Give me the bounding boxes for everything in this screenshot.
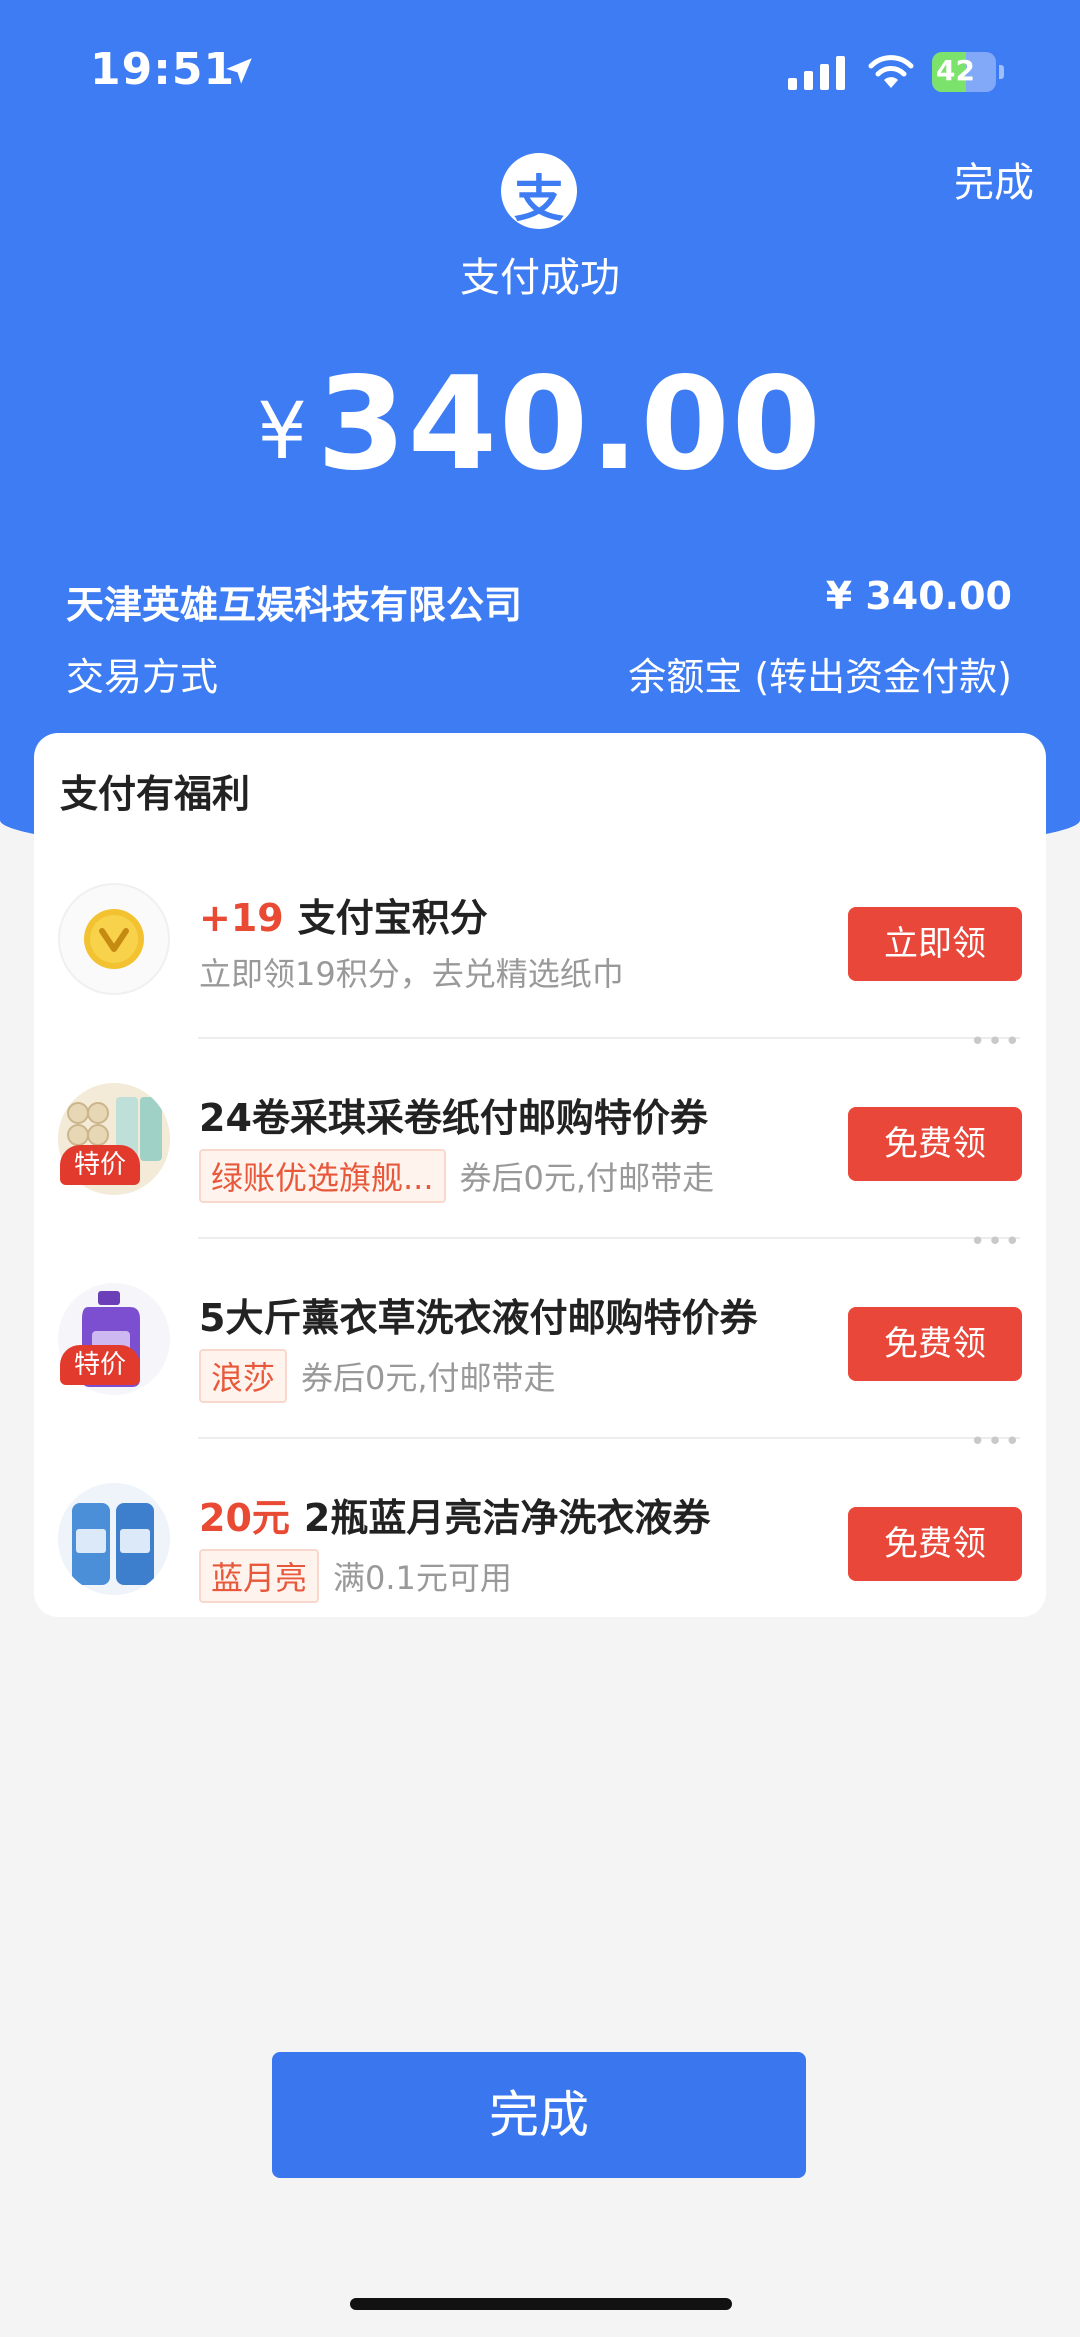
- benefit-item: ••• 特价 24卷采琪采卷纸付邮购特价券 绿账优选旗舰... 券后0元,付邮带走…: [34, 1027, 1046, 1239]
- special-price-badge: 特价: [60, 1345, 140, 1385]
- home-indicator: [350, 2298, 732, 2310]
- signal-icon: [788, 56, 845, 90]
- merchant-amount: ¥ 340.00: [825, 574, 1012, 618]
- alipay-logo-icon: 支: [501, 153, 577, 229]
- benefit-item: +19 支付宝积分 立即领19积分，去兑精选纸巾 立即领: [34, 839, 1046, 1039]
- more-options-icon[interactable]: •••: [970, 1027, 1022, 1057]
- benefit-title: 24卷采琪采卷纸付邮购特价券: [199, 1096, 708, 1140]
- special-price-badge: 特价: [60, 1145, 140, 1185]
- shop-tag: 蓝月亮: [199, 1549, 320, 1603]
- done-button[interactable]: 完成: [272, 2052, 806, 2178]
- location-arrow-icon: [226, 58, 252, 84]
- benefit-subtitle: 浪莎 券后0元,付邮带走: [199, 1349, 556, 1403]
- points-coin-icon: [58, 883, 170, 995]
- benefit-item: ••• 20元 2瓶蓝月亮洁净洗衣液券 蓝月亮 满0.1元可用 免费领: [34, 1427, 1046, 1639]
- status-time: 19:51: [90, 44, 236, 95]
- more-options-icon[interactable]: •••: [970, 1227, 1022, 1257]
- payment-method-value: 余额宝 (转出资金付款): [628, 655, 1012, 699]
- laundry-bottles-image: [58, 1483, 170, 1595]
- header-done-link[interactable]: 完成: [954, 150, 1034, 208]
- benefit-item: ••• 特价 5大斤薰衣草洗衣液付邮购特价券 浪莎 券后0元,付邮带走 免费领: [34, 1227, 1046, 1439]
- benefit-title: 5大斤薰衣草洗衣液付邮购特价券: [199, 1296, 758, 1340]
- benefit-subtitle: 蓝月亮 满0.1元可用: [199, 1549, 512, 1603]
- amount-value: 340.00: [316, 350, 823, 499]
- benefit-subtitle: 绿账优选旗舰... 券后0元,付邮带走: [199, 1149, 714, 1203]
- shop-tag: 浪莎: [199, 1349, 288, 1403]
- claim-free-button[interactable]: 免费领: [848, 1507, 1022, 1581]
- claim-points-button[interactable]: 立即领: [848, 907, 1022, 981]
- more-options-icon[interactable]: •••: [970, 1427, 1022, 1457]
- payment-method-label: 交易方式: [66, 655, 219, 699]
- currency-symbol: ¥: [257, 387, 307, 477]
- benefits-title: 支付有福利: [60, 772, 251, 816]
- battery-icon: 42: [932, 52, 1004, 92]
- benefit-title: +19 支付宝积分: [199, 896, 488, 940]
- benefit-title: 20元 2瓶蓝月亮洁净洗衣液券: [199, 1496, 711, 1540]
- benefits-card: 支付有福利 +19 支付宝积分 立即领19积分，去兑精选纸巾 立即领 ••• 特…: [34, 733, 1046, 1617]
- shop-tag: 绿账优选旗舰...: [199, 1149, 446, 1203]
- claim-free-button[interactable]: 免费领: [848, 1307, 1022, 1381]
- battery-level: 42: [936, 54, 975, 87]
- merchant-name: 天津英雄互娱科技有限公司: [66, 583, 523, 627]
- wifi-icon: [868, 55, 914, 88]
- payment-amount: ¥340.00: [0, 350, 1080, 499]
- claim-free-button[interactable]: 免费领: [848, 1107, 1022, 1181]
- benefit-subtitle: 立即领19积分，去兑精选纸巾: [199, 955, 624, 993]
- payment-status-title: 支付成功: [460, 255, 620, 301]
